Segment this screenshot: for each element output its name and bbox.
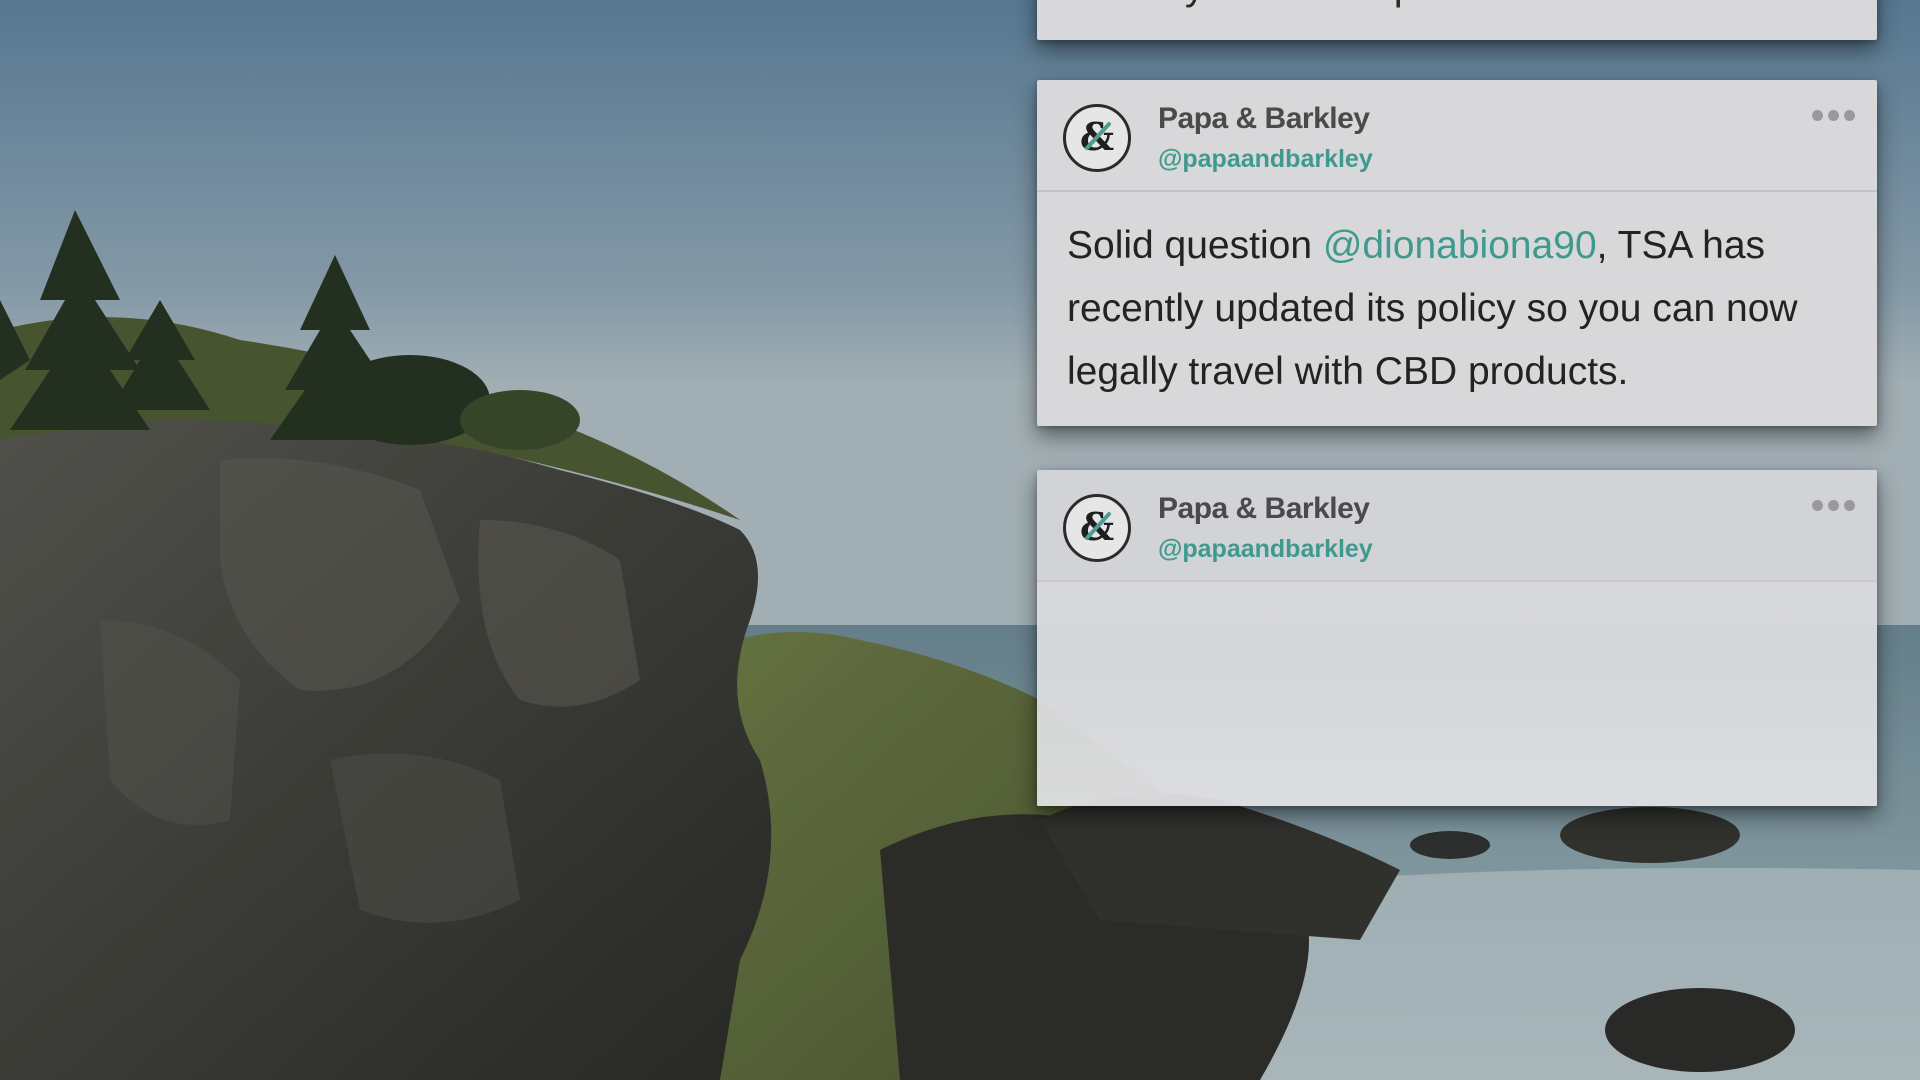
dot bbox=[1844, 500, 1855, 511]
author-name[interactable]: Papa & Barkley bbox=[1158, 102, 1370, 136]
tweet-body: Solid question @dionabiona90, TSA has re… bbox=[1067, 214, 1837, 403]
tweet-header: & Papa & Barkley @papaandbarkley bbox=[1037, 80, 1877, 192]
tweet-header: & Papa & Barkley @papaandbarkley bbox=[1037, 470, 1877, 582]
more-dots-icon[interactable] bbox=[1812, 500, 1855, 511]
avatar[interactable]: & bbox=[1063, 104, 1131, 172]
more-dots-icon[interactable] bbox=[1812, 110, 1855, 121]
dot bbox=[1812, 110, 1823, 121]
tweet-card-next[interactable]: & Papa & Barkley @papaandbarkley bbox=[1037, 470, 1877, 806]
author-handle[interactable]: @papaandbarkley bbox=[1158, 535, 1373, 564]
dot bbox=[1812, 500, 1823, 511]
avatar[interactable]: & bbox=[1063, 494, 1131, 562]
ampersand-logo-icon: & bbox=[1080, 114, 1114, 159]
author-name[interactable]: Papa & Barkley bbox=[1158, 492, 1370, 526]
tweet-text-before: Solid question bbox=[1067, 224, 1323, 267]
ampersand-logo-icon: & bbox=[1080, 504, 1114, 549]
tweet-partial-text: can I fly with CBD products? bbox=[1067, 0, 1569, 9]
dot bbox=[1828, 110, 1839, 121]
tweet-card-reply[interactable]: & Papa & Barkley @papaandbarkley Solid q… bbox=[1037, 80, 1877, 426]
tweet-card-partial[interactable]: can I fly with CBD products? bbox=[1037, 0, 1877, 40]
author-handle[interactable]: @papaandbarkley bbox=[1158, 145, 1373, 174]
dot bbox=[1844, 110, 1855, 121]
mention-link[interactable]: @dionabiona90 bbox=[1323, 224, 1597, 267]
dot bbox=[1828, 500, 1839, 511]
tweet-body-empty bbox=[1037, 580, 1877, 806]
